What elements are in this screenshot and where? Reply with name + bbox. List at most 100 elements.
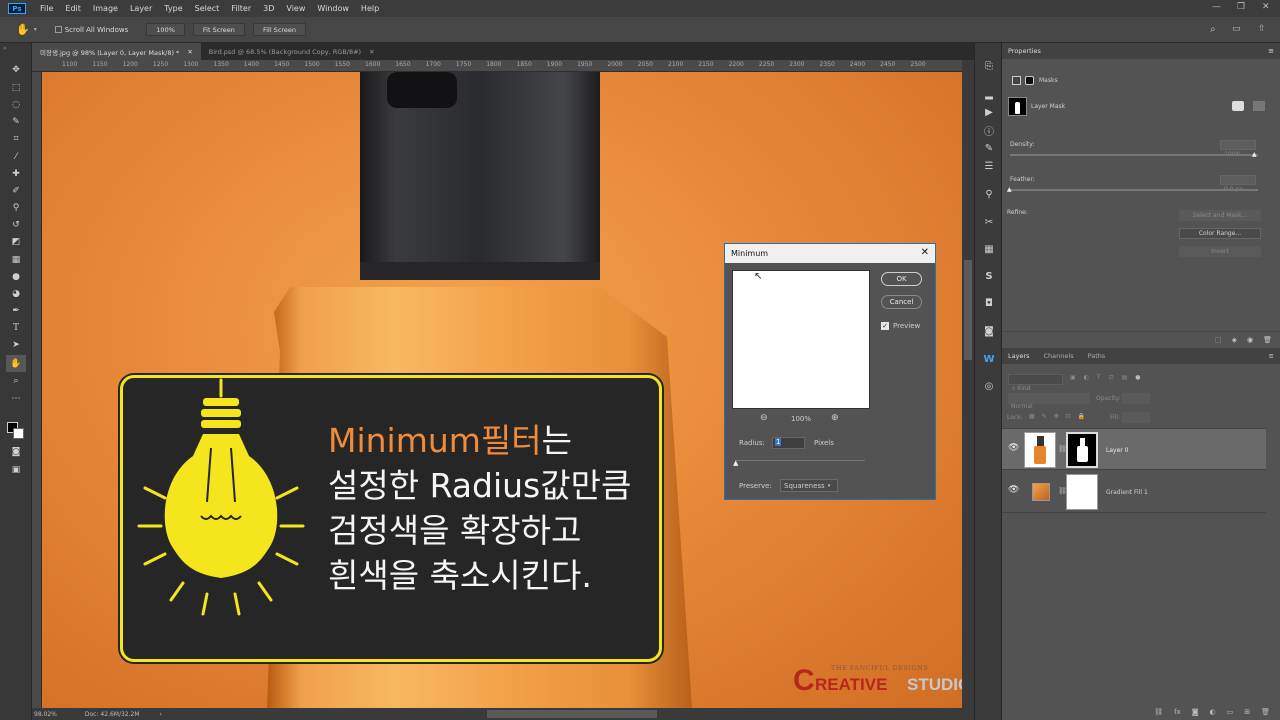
apply-mask-footer-icon[interactable]: ◈ (1232, 336, 1237, 344)
status-arrow-icon[interactable]: › (160, 711, 162, 718)
eyedropper-tool-icon[interactable]: ⁄ (8, 150, 24, 164)
layer-mask-thumbnail[interactable] (1066, 432, 1098, 468)
color-range-button[interactable]: Color Range... (1179, 228, 1261, 239)
menu-layer[interactable]: Layer (124, 4, 158, 13)
workspace-icon[interactable]: ▭ (1232, 24, 1241, 34)
menu-edit[interactable]: Edit (59, 4, 87, 13)
zoom-out-icon[interactable]: ⊖ (760, 413, 768, 423)
fill-input[interactable] (1122, 412, 1150, 423)
fill-screen-button[interactable]: Fill Screen (252, 23, 307, 36)
cancel-button[interactable]: Cancel (881, 295, 922, 309)
status-zoom[interactable]: 98.02% (34, 711, 57, 718)
tab-layers[interactable]: Layers (1008, 352, 1030, 360)
move-tool-icon[interactable]: ✥ (8, 63, 24, 77)
vector-mask-icon[interactable] (1025, 76, 1034, 85)
camera-raw-icon[interactable]: ◙ (982, 324, 996, 338)
blur-tool-icon[interactable]: ● (8, 270, 24, 284)
group-icon[interactable]: ▭ (1227, 708, 1234, 716)
search-icon[interactable]: ⌕ (1210, 24, 1216, 35)
close-tab-icon[interactable]: ✕ (369, 48, 374, 56)
smart-filter-icon[interactable]: ▤ (1122, 374, 1128, 381)
select-and-mask-button[interactable]: Select and Mask... (1179, 210, 1261, 221)
share-icon[interactable]: ⇧ (1258, 24, 1266, 34)
preview-area[interactable]: ↖ (732, 270, 870, 409)
filter-toggle-icon[interactable]: ● (1135, 374, 1140, 381)
tool-preset-chevron-icon[interactable]: ▾ (34, 26, 37, 33)
screen-mode-icon[interactable]: ▣ (8, 463, 24, 477)
shape-filter-icon[interactable]: ⊡ (1109, 374, 1114, 381)
tab-document-2[interactable]: Bird.psd @ 68.5% (Background Copy, RGB/8… (201, 43, 383, 60)
menu-view[interactable]: View (280, 4, 311, 13)
history-brush-icon[interactable]: ↺ (8, 218, 24, 232)
pixel-filter-icon[interactable]: ▣ (1070, 374, 1076, 381)
feather-input[interactable]: 0.0 px (1220, 175, 1256, 193)
visibility-icon[interactable]: ◉ (1247, 336, 1253, 344)
stamp-tool-icon[interactable]: ⚲ (8, 201, 24, 215)
visibility-eye-icon[interactable]: 👁 (1008, 443, 1019, 453)
pixel-mask-icon[interactable] (1012, 76, 1021, 85)
gradient-tool-icon[interactable]: ▦ (8, 253, 24, 267)
menu-3d[interactable]: 3D (257, 4, 280, 13)
collapse-icon[interactable]: » (3, 45, 7, 52)
preview-checkbox[interactable]: ✓ Preview (881, 322, 920, 330)
radius-slider-track[interactable] (735, 460, 865, 461)
lock-pixels-icon[interactable]: ▦ (1029, 413, 1035, 420)
lock-artboard-icon[interactable]: ⊡ (1066, 413, 1071, 420)
path-select-tool-icon[interactable]: ➤ (8, 338, 24, 352)
lock-position-icon[interactable]: ✥ (1054, 413, 1059, 420)
tab-channels[interactable]: Channels (1044, 352, 1074, 360)
crop-tool-icon[interactable]: ⌗ (8, 132, 24, 146)
selection-from-mask-icon[interactable]: ⬚ (1215, 336, 1222, 344)
histogram-icon[interactable]: ▂ (982, 87, 996, 101)
invert-button[interactable]: Invert (1179, 246, 1261, 257)
menu-filter[interactable]: Filter (225, 4, 257, 13)
visibility-eye-icon[interactable]: 👁 (1008, 485, 1019, 495)
vertical-scrollbar[interactable] (962, 60, 974, 708)
add-mask-icon[interactable]: ◙ (1192, 708, 1199, 716)
eraser-tool-icon[interactable]: ◩ (8, 235, 24, 249)
feather-slider[interactable] (1010, 189, 1258, 191)
layer-row-gradient-fill[interactable]: 👁 ⛓ Gradient Fill 1 (1002, 471, 1266, 513)
background-color-swatch[interactable] (13, 428, 24, 439)
tab-document-1[interactable]: 미장생.jpg @ 98% (Layer 0, Layer Mask/8) * … (32, 43, 201, 60)
brush-settings-icon[interactable]: ✎ (982, 141, 996, 155)
opacity-input[interactable] (1122, 393, 1150, 404)
lock-paint-icon[interactable]: ✎ (1042, 413, 1047, 420)
grid-icon[interactable]: ▦ (982, 242, 996, 256)
horizontal-scroll-thumb[interactable] (487, 710, 657, 718)
layer-row-layer0[interactable]: 👁 ⛓ Layer 0 (1002, 428, 1266, 470)
learn-icon[interactable]: ◎ (982, 379, 996, 393)
close-tab-icon[interactable]: ✕ (187, 48, 192, 56)
minimize-icon[interactable]: — (1212, 2, 1221, 12)
density-slider-thumb[interactable]: ▲ (1252, 151, 1257, 158)
feather-slider-thumb[interactable]: ▲ (1007, 186, 1012, 193)
clone-source-icon[interactable]: ⚲ (982, 187, 996, 201)
quick-select-tool-icon[interactable]: ✎ (8, 115, 24, 129)
layer-name[interactable]: Layer 0 (1106, 447, 1128, 454)
layer-name[interactable]: Gradient Fill 1 (1106, 489, 1148, 496)
properties-tab[interactable]: Properties ≡ (1002, 43, 1280, 59)
density-input[interactable]: 100% (1220, 140, 1256, 158)
healing-tool-icon[interactable]: ✚ (8, 167, 24, 181)
vertical-scroll-thumb[interactable] (964, 260, 972, 360)
zoom-in-icon[interactable]: ⊕ (831, 413, 839, 423)
blend-mode-select[interactable]: Normal (1008, 393, 1090, 410)
pen-tool-icon[interactable]: ✒ (8, 304, 24, 318)
radius-input[interactable]: 1 (772, 437, 805, 449)
history-icon[interactable]: ⎘ (982, 59, 996, 73)
hand-tool-active-icon[interactable]: ✋ (6, 355, 26, 372)
dodge-tool-icon[interactable]: ◕ (8, 287, 24, 301)
menu-file[interactable]: File (34, 4, 59, 13)
menu-type[interactable]: Type (158, 4, 188, 13)
quick-mask-icon[interactable]: ◙ (8, 445, 24, 459)
tab-paths[interactable]: Paths (1088, 352, 1106, 360)
zoom-100-button[interactable]: 100% (146, 23, 185, 36)
type-tool-icon[interactable]: T (8, 321, 24, 335)
zoom-tool-icon[interactable]: ⌕ (8, 374, 24, 388)
delete-layer-icon[interactable]: 🗑 (1261, 708, 1270, 716)
camera-icon[interactable]: ◘ (982, 296, 996, 310)
menu-window[interactable]: Window (311, 4, 355, 13)
libraries-icon[interactable]: W (982, 352, 996, 366)
adjustment-layer-icon[interactable]: ◐ (1210, 708, 1216, 716)
fx-icon[interactable]: fx (1174, 708, 1181, 716)
